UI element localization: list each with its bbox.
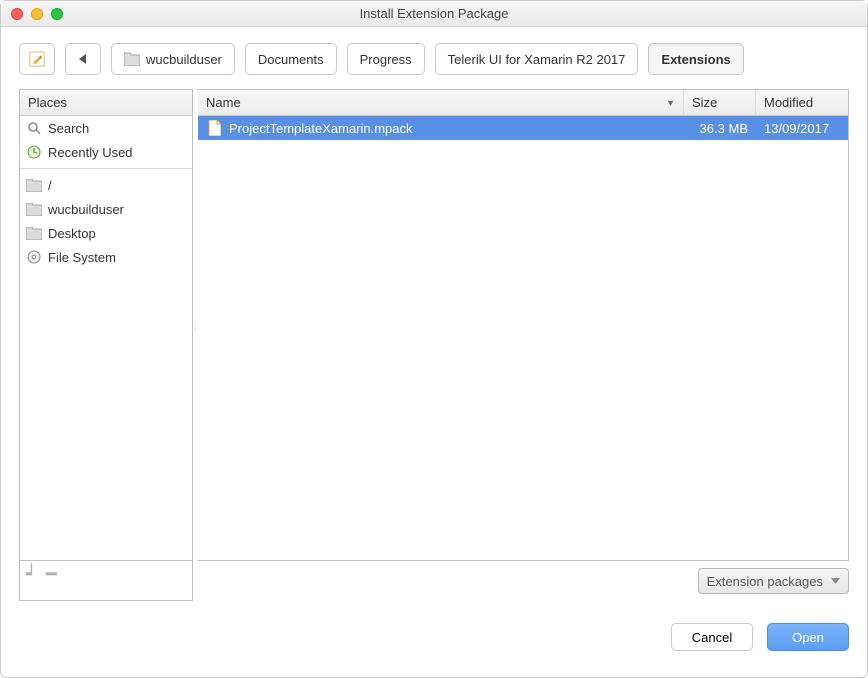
titlebar: Install Extension Package [1,1,867,27]
sidebar-item-desktop[interactable]: Desktop [20,221,192,245]
breadcrumb-progress[interactable]: Progress [347,43,425,75]
breadcrumb-label: wucbuilduser [146,52,222,67]
sidebar-item-filesystem[interactable]: File System [20,245,192,269]
filter-label: Extension packages [707,574,823,589]
file-modified: 13/09/2017 [756,121,848,136]
file-type-filter[interactable]: Extension packages [698,568,849,594]
toolbar: wucbuilduser Documents Progress Telerik … [1,27,867,89]
folder-icon [26,225,42,241]
places-sidebar: Places Search Recently Used / [19,89,193,561]
sidebar-item-label: File System [48,250,116,265]
edit-path-button[interactable] [19,43,55,75]
folder-icon [26,201,42,217]
search-icon [26,120,42,136]
file-name: ProjectTemplateXamarin.mpack [229,121,413,136]
file-size: 36.3 MB [684,121,756,136]
column-header-size[interactable]: Size [684,90,756,115]
sidebar-item-root[interactable]: / [20,173,192,197]
places-header: Places [20,90,192,116]
disk-icon [26,249,42,265]
sidebar-footer-tools[interactable]: ┙ ━ [19,561,193,601]
chevron-down-icon [831,578,840,584]
recent-icon [26,144,42,160]
sidebar-item-wucbuilduser[interactable]: wucbuilduser [20,197,192,221]
breadcrumb-label: Progress [360,52,412,67]
column-header-name[interactable]: Name ▼ [198,90,684,115]
open-button[interactable]: Open [767,623,849,651]
column-header-modified[interactable]: Modified [756,90,848,115]
folder-icon [124,51,140,67]
sidebar-item-label: / [48,178,52,193]
cancel-button[interactable]: Cancel [671,623,753,651]
breadcrumb-label: Extensions [661,52,730,67]
breadcrumb-wucbuilduser[interactable]: wucbuilduser [111,43,235,75]
sidebar-item-label: wucbuilduser [48,202,124,217]
sort-indicator-icon: ▼ [666,98,675,108]
file-icon [206,120,222,136]
breadcrumb-label: Telerik UI for Xamarin R2 2017 [448,52,626,67]
breadcrumb-telerik[interactable]: Telerik UI for Xamarin R2 2017 [435,43,639,75]
sidebar-item-recent[interactable]: Recently Used [20,140,192,164]
breadcrumb-documents[interactable]: Documents [245,43,337,75]
back-button[interactable] [65,43,101,75]
file-list: Name ▼ Size Modified ProjectTemplateXama… [198,89,849,561]
sidebar-item-label: Desktop [48,226,96,241]
sidebar-item-search[interactable]: Search [20,116,192,140]
file-list-header: Name ▼ Size Modified [198,90,848,116]
pencil-icon [29,51,45,67]
folder-icon [26,177,42,193]
sidebar-item-label: Recently Used [48,145,133,160]
breadcrumb-label: Documents [258,52,324,67]
sidebar-separator [20,168,192,169]
file-row[interactable]: ProjectTemplateXamarin.mpack 36.3 MB 13/… [198,116,848,140]
sidebar-item-label: Search [48,121,89,136]
breadcrumb-extensions[interactable]: Extensions [648,43,743,75]
triangle-left-icon [75,51,91,67]
window-title: Install Extension Package [1,6,867,21]
